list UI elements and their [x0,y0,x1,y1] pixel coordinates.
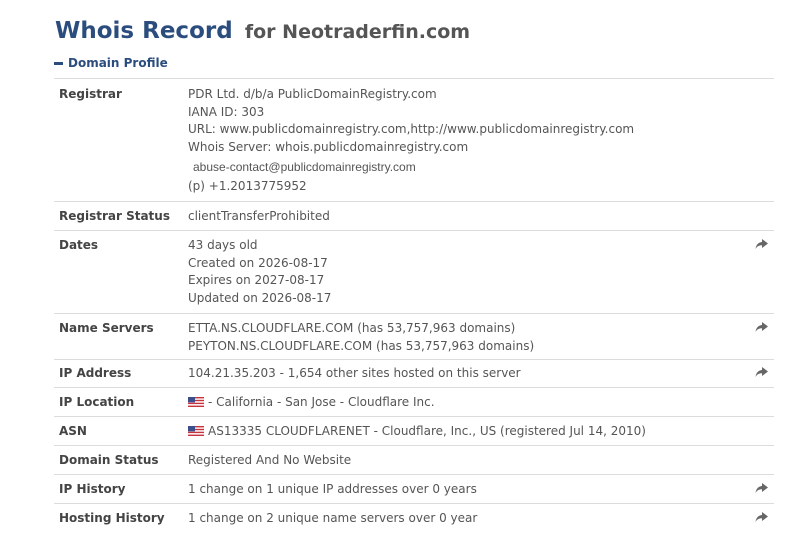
registrar-url: URL: www.publicdomainregistry.com,http:/… [188,122,635,136]
registrar-label: Registrar [59,87,122,101]
ip-history-label: IP History [59,482,126,496]
domain-age: 43 days old [188,238,258,252]
ip-history-value: 1 change on 1 unique IP addresses over 0… [188,482,477,496]
table-row-ip-location: IP Location - California - San Jose - Cl… [54,388,774,417]
hosting-history-label: Hosting History [59,511,165,525]
created-date: Created on 2026-08-17 [188,255,328,270]
name-server-1: ETTA.NS.CLOUDFLARE.COM (has 53,757,963 d… [188,321,516,335]
share-arrow-icon[interactable] [755,512,768,523]
table-row-dates: Dates 43 days old Created on 2026-08-17 … [54,231,774,314]
name-servers-value: ETTA.NS.CLOUDFLARE.COM (has 53,757,963 d… [188,320,534,355]
updated-date: Updated on 2026-08-17 [188,290,332,305]
share-arrow-icon[interactable] [755,322,768,333]
name-server-2: PEYTON.NS.CLOUDFLARE.COM (has 53,757,963… [188,338,535,353]
table-row-ip-history: IP History 1 change on 1 unique IP addre… [54,475,774,504]
dates-label: Dates [59,238,99,252]
share-arrow-icon[interactable] [755,239,768,250]
registrar-iana: IANA ID: 303 [188,104,265,119]
registrar-status-value: clientTransferProhibited [188,209,330,223]
table-row-asn: ASN AS13335 CLOUDFLARENET - Cloudflare, … [54,417,774,446]
registrar-phone: (p) +1.2013775952 [188,178,307,193]
page-title-main: Whois Record [55,18,233,44]
share-arrow-icon[interactable] [755,367,768,378]
registrar-abuse-email: abuse-contact@publicdomainregistry.com [193,160,416,174]
domain-profile-toggle[interactable]: Domain Profile [54,56,168,70]
ip-location-label: IP Location [59,395,135,409]
expires-date: Expires on 2027-08-17 [188,273,325,287]
table-row-registrar: Registrar PDR Ltd. d/b/a PublicDomainReg… [54,79,774,202]
domain-profile-label: Domain Profile [68,56,168,70]
asn-label: ASN [59,424,87,438]
domain-status-label: Domain Status [59,453,159,467]
registrar-name: PDR Ltd. d/b/a PublicDomainRegistry.com [188,87,437,101]
us-flag-icon [188,426,204,436]
asn-text: AS13335 CLOUDFLARENET - Cloudflare, Inc.… [208,424,646,438]
table-row-name-servers: Name Servers ETTA.NS.CLOUDFLARE.COM (has… [54,314,774,360]
hosting-history-value: 1 change on 2 unique name servers over 0… [188,511,478,525]
registrar-value: PDR Ltd. d/b/a PublicDomainRegistry.com … [188,86,634,195]
collapse-minus-icon [54,61,63,65]
ip-address-label: IP Address [59,366,132,380]
dates-value: 43 days old Created on 2026-08-17 Expire… [188,237,331,307]
page-title-domain: for Neotraderfin.com [244,21,471,43]
asn-value: AS13335 CLOUDFLARENET - Cloudflare, Inc.… [188,423,646,441]
ip-location-text: - California - San Jose - Cloudflare Inc… [208,395,435,409]
us-flag-icon [188,397,204,407]
table-row-ip-address: IP Address 104.21.35.203 - 1,654 other s… [54,360,774,388]
domain-status-value: Registered And No Website [188,453,352,467]
ip-location-value: - California - San Jose - Cloudflare Inc… [188,394,435,412]
ip-address-value: 104.21.35.203 - 1,654 other sites hosted… [188,366,521,380]
registrar-whois-server: Whois Server: whois.publicdomainregistry… [188,139,469,154]
whois-table: Registrar PDR Ltd. d/b/a PublicDomainReg… [54,78,774,532]
page-title: Whois Record for Neotraderfin.com [55,8,470,46]
name-servers-label: Name Servers [59,321,154,335]
registrar-status-label: Registrar Status [59,209,170,223]
table-row-domain-status: Domain Status Registered And No Website [54,446,774,475]
table-row-hosting-history: Hosting History 1 change on 2 unique nam… [54,504,774,532]
table-row-registrar-status: Registrar Status clientTransferProhibite… [54,202,774,231]
share-arrow-icon[interactable] [755,483,768,494]
